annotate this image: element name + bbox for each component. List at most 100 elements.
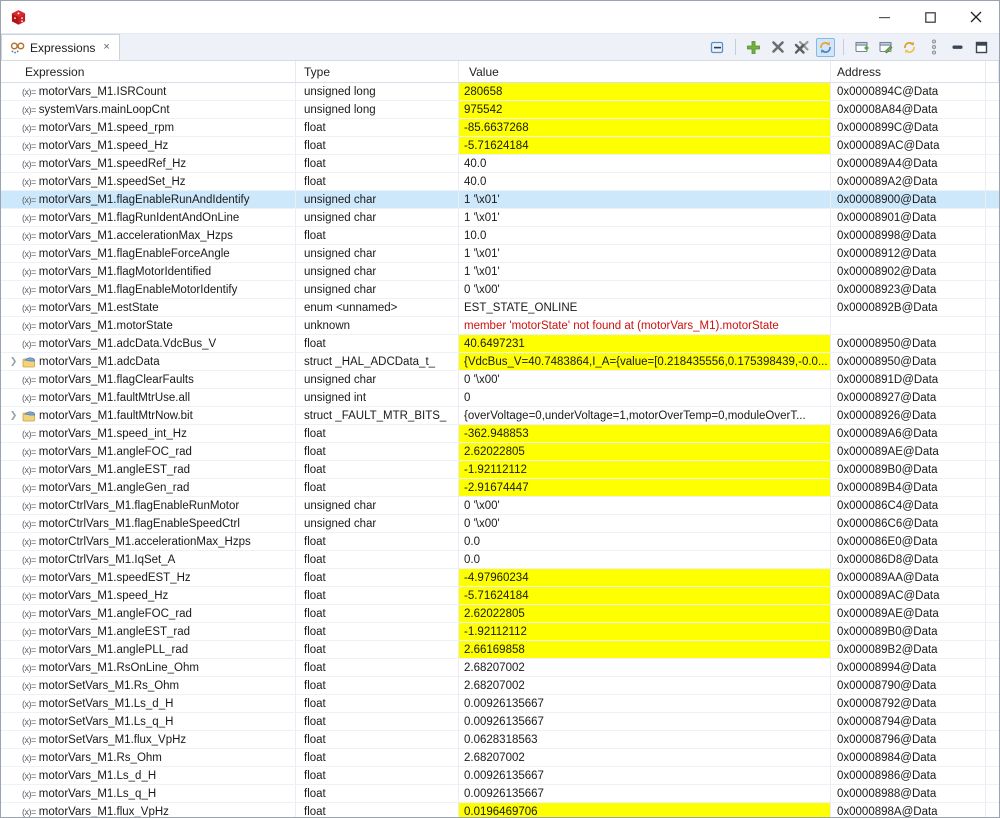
value-cell[interactable]: 40.6497231 [459, 335, 831, 352]
tab-close-icon[interactable]: × [103, 42, 109, 53]
expression-cell[interactable]: ❯ (x)= motorVars_M1.flagMotorIdentified [1, 263, 296, 280]
value-cell[interactable]: 0.00926135667 [459, 785, 831, 802]
table-row[interactable]: ❯ (x)= motorCtrlVars_M1.flagEnableSpeedC… [1, 515, 999, 533]
refresh-button[interactable] [900, 38, 919, 57]
expression-cell[interactable]: ❯ (x)= motorVars_M1.angleEST_rad [1, 623, 296, 640]
table-row[interactable]: ❯ (x)= systemVars.mainLoopCnt unsigned l… [1, 101, 999, 119]
expression-cell[interactable]: ❯ (x)= motorVars_M1.estState [1, 299, 296, 316]
column-header-value[interactable]: Value [459, 61, 831, 82]
table-row[interactable]: ❯ (x)= motorSetVars_M1.Ls_d_H float 0.00… [1, 695, 999, 713]
value-cell[interactable]: 0 '\x00' [459, 515, 831, 532]
table-row[interactable]: ❯ (x)= motorVars_M1.Ls_q_H float 0.00926… [1, 785, 999, 803]
expression-cell[interactable]: ❯ (x)= motorVars_M1.speed_int_Hz [1, 425, 296, 442]
table-row[interactable]: ❯ (x)= motorVars_M1.angleGen_rad float -… [1, 479, 999, 497]
view-menu-button[interactable] [924, 38, 943, 57]
table-row[interactable]: ❯ (x)= motorVars_M1.ISRCount unsigned lo… [1, 83, 999, 101]
window-minimize-button[interactable] [861, 1, 907, 33]
value-cell[interactable]: -1.92112112 [459, 623, 831, 640]
expression-cell[interactable]: ❯ (x)= motorSetVars_M1.Rs_Ohm [1, 677, 296, 694]
value-cell[interactable]: -2.91674447 [459, 479, 831, 496]
table-row[interactable]: ❯ (x)= motorVars_M1.adcData.VdcBus_V flo… [1, 335, 999, 353]
value-cell[interactable]: member 'motorState' not found at (motorV… [459, 317, 831, 334]
value-cell[interactable]: 0.0 [459, 533, 831, 550]
table-row[interactable]: ❯ (x)= motorVars_M1.faultMtrNow.bit stru… [1, 407, 999, 425]
expression-cell[interactable]: ❯ (x)= motorVars_M1.motorState [1, 317, 296, 334]
table-row[interactable]: ❯ (x)= motorVars_M1.flagEnableForceAngle… [1, 245, 999, 263]
table-row[interactable]: ❯ (x)= motorVars_M1.faultMtrUse.all unsi… [1, 389, 999, 407]
value-cell[interactable]: 0 '\x00' [459, 497, 831, 514]
table-row[interactable]: ❯ (x)= motorCtrlVars_M1.flagEnableRunMot… [1, 497, 999, 515]
window-add-button[interactable] [852, 38, 871, 57]
value-cell[interactable]: -5.71624184 [459, 137, 831, 154]
value-cell[interactable]: 2.62022805 [459, 443, 831, 460]
window-maximize-button[interactable] [907, 1, 953, 33]
value-cell[interactable]: 10.0 [459, 227, 831, 244]
value-cell[interactable]: -85.6637268 [459, 119, 831, 136]
value-cell[interactable]: 0.0628318563 [459, 731, 831, 748]
table-row[interactable]: ❯ (x)= motorSetVars_M1.Ls_q_H float 0.00… [1, 713, 999, 731]
expression-cell[interactable]: ❯ (x)= motorVars_M1.flagEnableForceAngle [1, 245, 296, 262]
value-cell[interactable]: 975542 [459, 101, 831, 118]
value-cell[interactable]: -5.71624184 [459, 587, 831, 604]
table-row[interactable]: ❯ (x)= motorSetVars_M1.Rs_Ohm float 2.68… [1, 677, 999, 695]
remove-all-expressions-button[interactable] [792, 38, 811, 57]
value-cell[interactable]: 0 '\x00' [459, 371, 831, 388]
column-header-type[interactable]: Type [296, 61, 459, 82]
table-row[interactable]: ❯ (x)= motorVars_M1.angleEST_rad float -… [1, 461, 999, 479]
table-row[interactable]: ❯ (x)= motorVars_M1.speed_Hz float -5.71… [1, 137, 999, 155]
value-cell[interactable]: 2.68207002 [459, 677, 831, 694]
table-row[interactable]: ❯ (x)= motorVars_M1.adcData struct _HAL_… [1, 353, 999, 371]
expression-cell[interactable]: ❯ (x)= motorVars_M1.RsOnLine_Ohm [1, 659, 296, 676]
value-cell[interactable]: 1 '\x01' [459, 263, 831, 280]
minimize-view-button[interactable] [948, 38, 967, 57]
table-row[interactable]: ❯ (x)= motorVars_M1.Rs_Ohm float 2.68207… [1, 749, 999, 767]
expression-cell[interactable]: ❯ (x)= motorVars_M1.flux_VpHz [1, 803, 296, 817]
window-close-button[interactable] [953, 1, 999, 33]
column-header-address[interactable]: Address [831, 61, 986, 82]
expression-cell[interactable]: ❯ (x)= motorCtrlVars_M1.accelerationMax_… [1, 533, 296, 550]
table-row[interactable]: ❯ (x)= motorVars_M1.speed_int_Hz float -… [1, 425, 999, 443]
expression-cell[interactable]: ❯ (x)= motorVars_M1.speedEST_Hz [1, 569, 296, 586]
value-cell[interactable]: 2.66169858 [459, 641, 831, 658]
expression-cell[interactable]: ❯ (x)= motorVars_M1.angleFOC_rad [1, 605, 296, 622]
value-cell[interactable]: 0.00926135667 [459, 713, 831, 730]
maximize-view-button[interactable] [972, 38, 991, 57]
value-cell[interactable]: 0 '\x00' [459, 281, 831, 298]
remove-expression-button[interactable] [768, 38, 787, 57]
value-cell[interactable]: -4.97960234 [459, 569, 831, 586]
expression-cell[interactable]: ❯ (x)= motorVars_M1.speed_rpm [1, 119, 296, 136]
table-row[interactable]: ❯ (x)= motorVars_M1.speed_Hz float -5.71… [1, 587, 999, 605]
table-row[interactable]: ❯ (x)= motorVars_M1.accelerationMax_Hzps… [1, 227, 999, 245]
table-row[interactable]: ❯ (x)= motorVars_M1.angleFOC_rad float 2… [1, 605, 999, 623]
expression-cell[interactable]: ❯ (x)= systemVars.mainLoopCnt [1, 101, 296, 118]
value-cell[interactable]: 2.68207002 [459, 659, 831, 676]
expression-cell[interactable]: ❯ (x)= motorVars_M1.angleEST_rad [1, 461, 296, 478]
value-cell[interactable]: 40.0 [459, 155, 831, 172]
expression-cell[interactable]: ❯ (x)= motorVars_M1.anglePLL_rad [1, 641, 296, 658]
expression-cell[interactable]: ❯ (x)= motorVars_M1.Rs_Ohm [1, 749, 296, 766]
value-cell[interactable]: 0.0196469706 [459, 803, 831, 817]
table-row[interactable]: ❯ (x)= motorVars_M1.angleFOC_rad float 2… [1, 443, 999, 461]
expression-cell[interactable]: ❯ (x)= motorSetVars_M1.Ls_q_H [1, 713, 296, 730]
table-row[interactable]: ❯ (x)= motorVars_M1.speedEST_Hz float -4… [1, 569, 999, 587]
value-cell[interactable]: 0.00926135667 [459, 767, 831, 784]
expression-cell[interactable]: ❯ (x)= motorVars_M1.faultMtrUse.all [1, 389, 296, 406]
value-cell[interactable]: 0 [459, 389, 831, 406]
tab-expressions[interactable]: Expressions × [1, 34, 120, 60]
table-row[interactable]: ❯ (x)= motorCtrlVars_M1.accelerationMax_… [1, 533, 999, 551]
value-cell[interactable]: 0.00926135667 [459, 695, 831, 712]
table-row[interactable]: ❯ (x)= motorVars_M1.RsOnLine_Ohm float 2… [1, 659, 999, 677]
value-cell[interactable]: {overVoltage=0,underVoltage=1,motorOverT… [459, 407, 831, 424]
table-row[interactable]: ❯ (x)= motorVars_M1.Ls_d_H float 0.00926… [1, 767, 999, 785]
expression-cell[interactable]: ❯ (x)= motorVars_M1.speed_Hz [1, 587, 296, 604]
expression-cell[interactable]: ❯ (x)= motorVars_M1.adcData [1, 353, 296, 370]
table-row[interactable]: ❯ (x)= motorVars_M1.anglePLL_rad float 2… [1, 641, 999, 659]
value-cell[interactable]: 0.0 [459, 551, 831, 568]
table-row[interactable]: ❯ (x)= motorVars_M1.speed_rpm float -85.… [1, 119, 999, 137]
value-cell[interactable]: 2.62022805 [459, 605, 831, 622]
expression-cell[interactable]: ❯ (x)= motorVars_M1.Ls_d_H [1, 767, 296, 784]
expression-cell[interactable]: ❯ (x)= motorVars_M1.angleFOC_rad [1, 443, 296, 460]
expression-cell[interactable]: ❯ (x)= motorVars_M1.accelerationMax_Hzps [1, 227, 296, 244]
value-cell[interactable]: 280658 [459, 83, 831, 100]
expression-cell[interactable]: ❯ (x)= motorCtrlVars_M1.flagEnableSpeedC… [1, 515, 296, 532]
